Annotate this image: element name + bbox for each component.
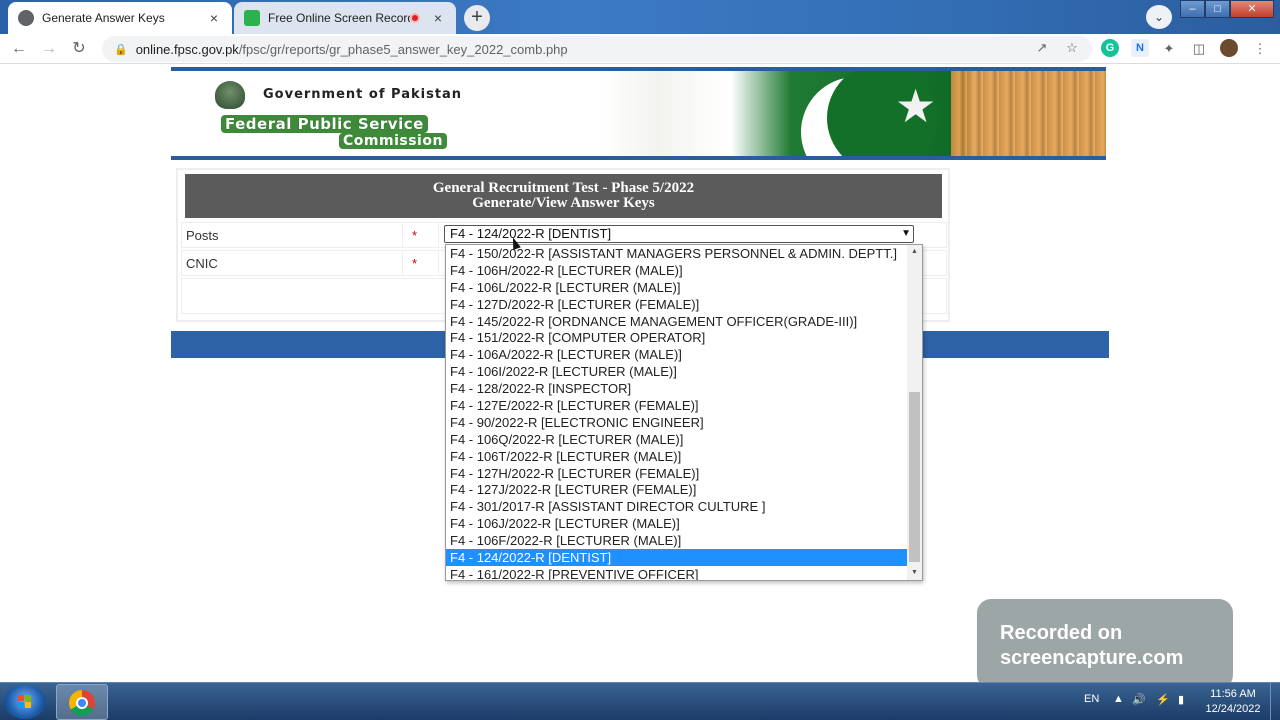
volume-icon[interactable]: 🔊 <box>1132 693 1146 706</box>
cnic-label: CNIC <box>186 256 218 271</box>
profile-avatar[interactable] <box>1220 39 1238 57</box>
page-content: Government of Pakistan Federal Public Se… <box>0 65 1280 689</box>
language-indicator[interactable]: EN <box>1084 693 1099 705</box>
divider <box>402 251 403 275</box>
grammarly-icon[interactable]: G <box>1101 39 1119 57</box>
dropdown-option[interactable]: F4 - 127D/2022-R [LECTURER (FEMALE)] <box>446 296 907 313</box>
back-icon[interactable]: ← <box>8 38 30 60</box>
window-controls: – □ ✕ <box>1180 0 1274 18</box>
close-tab-icon[interactable]: × <box>430 10 446 26</box>
form-title: General Recruitment Test - Phase 5/2022 <box>432 180 695 196</box>
fpsc-header-banner: Government of Pakistan Federal Public Se… <box>171 67 1106 160</box>
tab-generate-answer-keys[interactable]: Generate Answer Keys × <box>8 2 232 34</box>
posts-dropdown-list[interactable]: F4 - 150/2022-R [ASSISTANT MANAGERS PERS… <box>445 244 923 581</box>
divider <box>402 223 403 247</box>
reload-icon[interactable]: ↻ <box>68 38 90 60</box>
recorder-watermark: Recorded on screencapture.com <box>977 599 1233 689</box>
extension-n-icon[interactable]: N <box>1131 39 1149 57</box>
star-icon[interactable]: ☆ <box>1064 40 1080 56</box>
sidepanel-icon[interactable]: ◫ <box>1191 41 1207 57</box>
posts-select-value: F4 - 124/2022-R [DENTIST] <box>450 226 612 241</box>
windows-logo-icon <box>18 695 32 709</box>
recorder-favicon-icon <box>244 10 260 26</box>
url-domain: online.fpsc.gov.pk <box>135 41 239 57</box>
dropdown-option[interactable]: F4 - 106L/2022-R [LECTURER (MALE)] <box>446 279 907 296</box>
dropdown-option[interactable]: F4 - 127J/2022-R [LECTURER (FEMALE)] <box>446 481 907 498</box>
gov-of-pakistan-text: Government of Pakistan <box>263 87 463 102</box>
dropdown-option[interactable]: F4 - 106A/2022-R [LECTURER (MALE)] <box>446 346 907 363</box>
form-header: General Recruitment Test - Phase 5/2022 … <box>185 174 942 218</box>
show-desktop-button[interactable] <box>1270 683 1280 720</box>
puzzle-icon[interactable]: ✦ <box>1161 41 1177 57</box>
dropdown-option[interactable]: F4 - 151/2022-R [COMPUTER OPERATOR] <box>446 329 907 346</box>
tab-favicon-icon <box>18 10 34 26</box>
dropdown-option[interactable]: F4 - 106J/2022-R [LECTURER (MALE)] <box>446 515 907 532</box>
start-button[interactable] <box>4 685 46 719</box>
dropdown-option[interactable]: F4 - 106Q/2022-R [LECTURER (MALE)] <box>446 431 907 448</box>
dropdown-option[interactable]: F4 - 106H/2022-R [LECTURER (MALE)] <box>446 262 907 279</box>
maximize-button[interactable]: □ <box>1205 0 1230 18</box>
form-subtitle: Generate/View Answer Keys <box>472 195 655 211</box>
scroll-down-arrow-icon[interactable]: ▼ <box>907 566 922 580</box>
watermark-line2: screencapture.com <box>1000 647 1184 669</box>
dropdown-option[interactable]: F4 - 124/2022-R [DENTIST] <box>446 549 907 566</box>
menu-dots-icon[interactable]: ⋮ <box>1252 41 1268 57</box>
fpsc-logo-line2: Commission <box>339 133 447 149</box>
state-emblem-icon <box>215 81 245 109</box>
lock-icon[interactable]: 🔒 <box>114 43 128 56</box>
dropdown-option[interactable]: F4 - 127E/2022-R [LECTURER (FEMALE)] <box>446 397 907 414</box>
close-tab-icon[interactable]: × <box>206 10 222 26</box>
system-clock[interactable]: 11:56 AM 12/24/2022 <box>1200 687 1266 717</box>
required-mark: * <box>412 228 418 243</box>
browser-toolbar: ← → ↻ 🔒 online.fpsc.gov.pk/fpsc/gr/repor… <box>0 34 1280 64</box>
options-list: F4 - 150/2022-R [ASSISTANT MANAGERS PERS… <box>446 245 922 580</box>
clock-date: 12/24/2022 <box>1205 703 1261 715</box>
flag-star-icon: ★ <box>895 80 937 132</box>
tab-title: Free Online Screen Recorder <box>268 11 410 25</box>
forward-icon[interactable]: → <box>38 38 60 60</box>
dropdown-option[interactable]: F4 - 128/2022-R [INSPECTOR] <box>446 380 907 397</box>
dropdown-option[interactable]: F4 - 106I/2022-R [LECTURER (MALE)] <box>446 363 907 380</box>
minimize-button[interactable]: – <box>1180 0 1205 18</box>
tab-screen-recorder[interactable]: Free Online Screen Recorder × <box>234 2 456 34</box>
dropdown-scrollbar[interactable]: ▲ ▼ <box>907 245 922 580</box>
dropdown-option[interactable]: F4 - 106F/2022-R [LECTURER (MALE)] <box>446 532 907 549</box>
tray-arrow-icon[interactable]: ▲ <box>1113 693 1124 705</box>
power-icon[interactable]: ⚡ <box>1156 693 1170 706</box>
dropdown-option[interactable]: F4 - 90/2022-R [ELECTRONIC ENGINEER] <box>446 414 907 431</box>
windows-taskbar: EN ▲ 🔊 ⚡ ▮ 11:56 AM 12/24/2022 <box>0 682 1280 720</box>
browser-tabstrip: Generate Answer Keys × Free Online Scree… <box>0 0 1280 34</box>
recording-icon <box>410 13 420 23</box>
dropdown-option[interactable]: F4 - 161/2022-R [PREVENTIVE OFFICER] <box>446 566 907 580</box>
address-bar[interactable]: 🔒 online.fpsc.gov.pk/fpsc/gr/reports/gr_… <box>102 36 1092 62</box>
scroll-up-arrow-icon[interactable]: ▲ <box>907 245 922 259</box>
network-signal-icon[interactable]: ▮ <box>1178 693 1184 706</box>
fpsc-logo-line1: Federal Public Service <box>221 115 428 133</box>
scrollbar-thumb[interactable] <box>909 392 920 562</box>
required-mark: * <box>412 256 418 271</box>
clock-time: 11:56 AM <box>1210 688 1256 700</box>
dropdown-option[interactable]: F4 - 127H/2022-R [LECTURER (FEMALE)] <box>446 465 907 482</box>
new-tab-button[interactable]: + <box>464 5 490 31</box>
tab-search-chevron-icon[interactable]: ⌄ <box>1146 5 1172 29</box>
url-path: /fpsc/gr/reports/gr_phase5_answer_key_20… <box>238 41 568 57</box>
divider <box>438 251 439 275</box>
watermark-line1: Recorded on <box>1000 622 1123 644</box>
share-icon[interactable]: ↗ <box>1034 40 1050 56</box>
chevron-down-icon[interactable]: ▼ <box>901 226 911 242</box>
fpsc-building-image <box>951 71 1106 156</box>
divider <box>438 223 439 247</box>
taskbar-chrome-button[interactable] <box>56 684 108 720</box>
dropdown-option[interactable]: F4 - 106T/2022-R [LECTURER (MALE)] <box>446 448 907 465</box>
window-close-button[interactable]: ✕ <box>1230 0 1274 18</box>
posts-label: Posts <box>186 228 219 243</box>
dropdown-option[interactable]: F4 - 301/2017-R [ASSISTANT DIRECTOR CULT… <box>446 498 907 515</box>
chrome-icon <box>69 690 95 716</box>
tab-title: Generate Answer Keys <box>42 11 165 25</box>
dropdown-option[interactable]: F4 - 145/2022-R [ORDNANCE MANAGEMENT OFF… <box>446 313 907 330</box>
